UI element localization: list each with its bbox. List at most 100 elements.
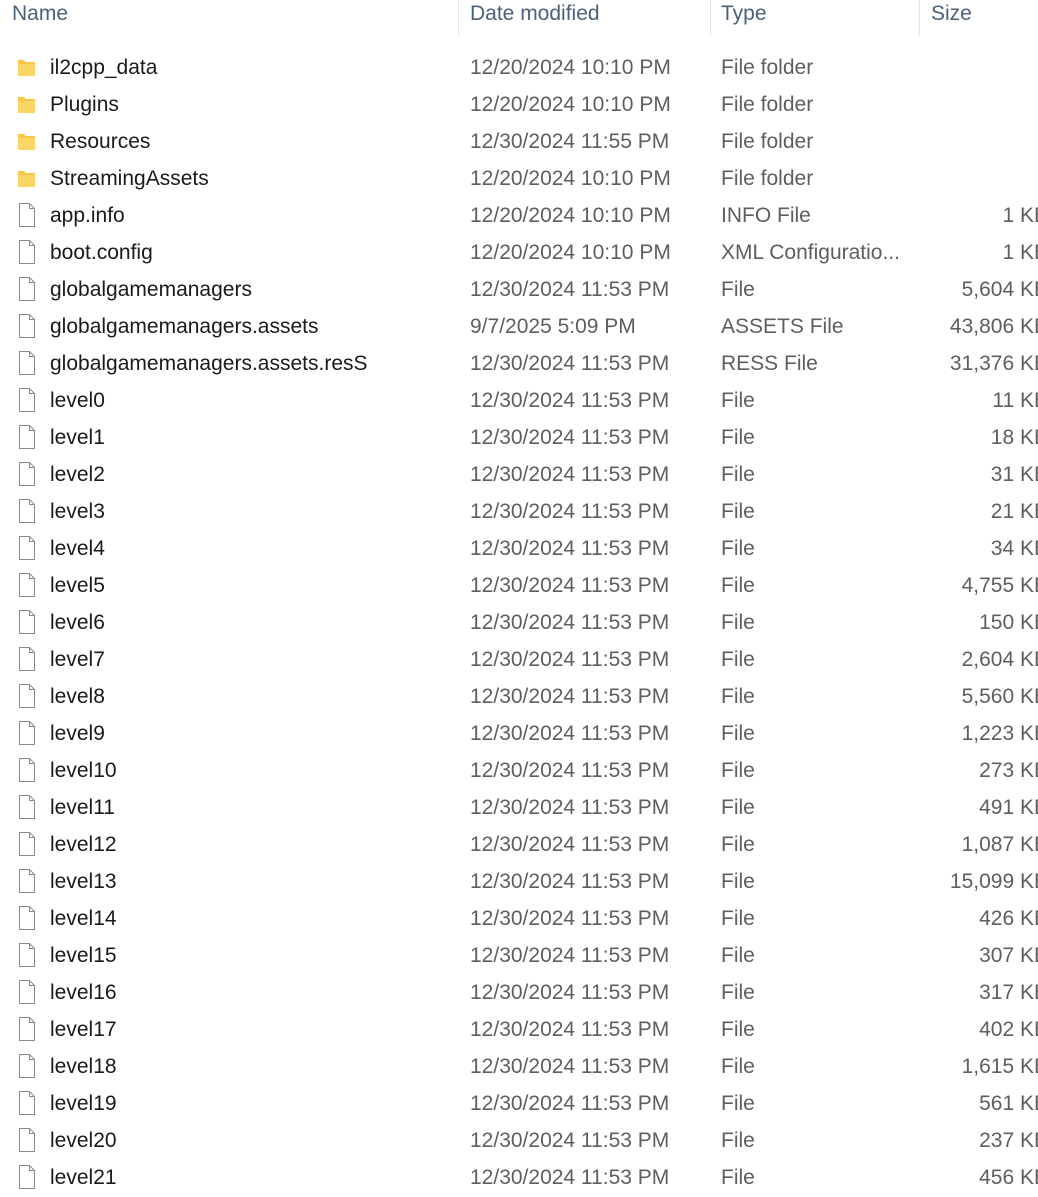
file-row[interactable]: globalgamemanagers.assets 9/7/2025 5:09 … bbox=[0, 308, 1038, 345]
file-size-value: 1,087 KB bbox=[961, 833, 1038, 856]
file-type: File bbox=[721, 870, 755, 893]
folder-icon bbox=[16, 128, 38, 154]
file-row[interactable]: level18 12/30/2024 11:53 PM File 1,615 K… bbox=[0, 1048, 1038, 1085]
file-name: globalgamemanagers.assets.resS bbox=[50, 352, 368, 375]
file-size-value: 273 KB bbox=[979, 759, 1038, 782]
file-row[interactable]: level9 12/30/2024 11:53 PM File 1,223 KB bbox=[0, 715, 1038, 752]
file-type: File bbox=[721, 944, 755, 967]
file-icon bbox=[16, 609, 38, 635]
file-date-modified: 12/30/2024 11:53 PM bbox=[470, 426, 670, 449]
column-divider[interactable] bbox=[458, 0, 459, 36]
file-icon bbox=[16, 1090, 38, 1116]
file-size-value: 317 KB bbox=[979, 981, 1038, 1004]
file-type: File bbox=[721, 685, 755, 708]
file-name: Resources bbox=[50, 130, 151, 153]
column-divider[interactable] bbox=[919, 0, 920, 36]
file-icon bbox=[16, 720, 38, 746]
file-row[interactable]: level13 12/30/2024 11:53 PM File 15,099 … bbox=[0, 863, 1038, 900]
file-size: 491 KB bbox=[925, 789, 1038, 826]
folder-icon bbox=[16, 91, 38, 117]
file-name: level12 bbox=[50, 833, 117, 856]
file-row[interactable]: app.info 12/20/2024 10:10 PM INFO File 1… bbox=[0, 197, 1038, 234]
file-row[interactable]: level14 12/30/2024 11:53 PM File 426 KB bbox=[0, 900, 1038, 937]
file-row[interactable]: globalgamemanagers.assets.resS 12/30/202… bbox=[0, 345, 1038, 382]
file-row[interactable]: level0 12/30/2024 11:53 PM File 11 KB bbox=[0, 382, 1038, 419]
file-row[interactable]: level10 12/30/2024 11:53 PM File 273 KB bbox=[0, 752, 1038, 789]
file-row[interactable]: level6 12/30/2024 11:53 PM File 150 KB bbox=[0, 604, 1038, 641]
file-type: File bbox=[721, 833, 755, 856]
file-name: level20 bbox=[50, 1129, 117, 1152]
file-row[interactable]: level20 12/30/2024 11:53 PM File 237 KB bbox=[0, 1122, 1038, 1159]
file-icon bbox=[16, 313, 38, 339]
file-name: level15 bbox=[50, 944, 117, 967]
file-size: 31 KB bbox=[925, 456, 1038, 493]
file-type: File bbox=[721, 389, 755, 412]
file-size: 43,806 KB bbox=[925, 308, 1038, 345]
file-row[interactable]: Plugins 12/20/2024 10:10 PM File folder bbox=[0, 86, 1038, 123]
file-name: level8 bbox=[50, 685, 105, 708]
file-name: level10 bbox=[50, 759, 117, 782]
file-date-modified: 12/30/2024 11:53 PM bbox=[470, 278, 670, 301]
file-row[interactable]: level3 12/30/2024 11:53 PM File 21 KB bbox=[0, 493, 1038, 530]
file-date-modified: 12/30/2024 11:53 PM bbox=[470, 1055, 670, 1078]
file-name: boot.config bbox=[50, 241, 153, 264]
file-size-value: 307 KB bbox=[979, 944, 1038, 967]
column-header-date-modified[interactable]: Date modified bbox=[470, 0, 600, 36]
file-icon bbox=[16, 1053, 38, 1079]
file-icon bbox=[16, 757, 38, 783]
file-name: level1 bbox=[50, 426, 105, 449]
file-name: level5 bbox=[50, 574, 105, 597]
file-size: 426 KB bbox=[925, 900, 1038, 937]
file-icon bbox=[16, 868, 38, 894]
file-icon bbox=[16, 831, 38, 857]
file-date-modified: 12/30/2024 11:53 PM bbox=[470, 611, 670, 634]
file-row[interactable]: globalgamemanagers 12/30/2024 11:53 PM F… bbox=[0, 271, 1038, 308]
file-size: 34 KB bbox=[925, 530, 1038, 567]
file-size-value: 2,604 KB bbox=[961, 648, 1038, 671]
file-date-modified: 12/20/2024 10:10 PM bbox=[470, 167, 671, 190]
file-row[interactable]: il2cpp_data 12/20/2024 10:10 PM File fol… bbox=[0, 49, 1038, 86]
file-list: il2cpp_data 12/20/2024 10:10 PM File fol… bbox=[0, 49, 1038, 1196]
file-size-value: 15,099 KB bbox=[949, 870, 1038, 893]
file-name: level18 bbox=[50, 1055, 117, 1078]
column-divider[interactable] bbox=[710, 0, 711, 36]
file-date-modified: 12/30/2024 11:53 PM bbox=[470, 685, 670, 708]
file-size: 150 KB bbox=[925, 604, 1038, 641]
file-size: 273 KB bbox=[925, 752, 1038, 789]
file-type: File bbox=[721, 722, 755, 745]
file-row[interactable]: level16 12/30/2024 11:53 PM File 317 KB bbox=[0, 974, 1038, 1011]
file-row[interactable]: level15 12/30/2024 11:53 PM File 307 KB bbox=[0, 937, 1038, 974]
file-date-modified: 12/20/2024 10:10 PM bbox=[470, 93, 671, 116]
file-name: level11 bbox=[50, 796, 115, 819]
column-header-type[interactable]: Type bbox=[721, 0, 767, 36]
file-row[interactable]: level2 12/30/2024 11:53 PM File 31 KB bbox=[0, 456, 1038, 493]
file-type: RESS File bbox=[721, 352, 818, 375]
file-row[interactable]: level19 12/30/2024 11:53 PM File 561 KB bbox=[0, 1085, 1038, 1122]
file-row[interactable]: level8 12/30/2024 11:53 PM File 5,560 KB bbox=[0, 678, 1038, 715]
file-size: 1 KB bbox=[925, 197, 1038, 234]
file-name: StreamingAssets bbox=[50, 167, 209, 190]
column-header-name[interactable]: Name bbox=[12, 0, 68, 36]
file-icon bbox=[16, 905, 38, 931]
file-date-modified: 12/30/2024 11:53 PM bbox=[470, 796, 670, 819]
file-row[interactable]: Resources 12/30/2024 11:55 PM File folde… bbox=[0, 123, 1038, 160]
file-row[interactable]: level1 12/30/2024 11:53 PM File 18 KB bbox=[0, 419, 1038, 456]
file-size: 307 KB bbox=[925, 937, 1038, 974]
file-size bbox=[925, 86, 1038, 123]
file-row[interactable]: level12 12/30/2024 11:53 PM File 1,087 K… bbox=[0, 826, 1038, 863]
file-size-value: 491 KB bbox=[979, 796, 1038, 819]
file-row[interactable]: boot.config 12/20/2024 10:10 PM XML Conf… bbox=[0, 234, 1038, 271]
file-row[interactable]: level7 12/30/2024 11:53 PM File 2,604 KB bbox=[0, 641, 1038, 678]
file-size-value: 1 KB bbox=[1002, 204, 1038, 227]
file-name: level4 bbox=[50, 537, 105, 560]
file-size: 18 KB bbox=[925, 419, 1038, 456]
file-row[interactable]: StreamingAssets 12/20/2024 10:10 PM File… bbox=[0, 160, 1038, 197]
file-row[interactable]: level17 12/30/2024 11:53 PM File 402 KB bbox=[0, 1011, 1038, 1048]
file-size-value: 11 KB bbox=[992, 389, 1038, 412]
file-icon bbox=[16, 1016, 38, 1042]
file-row[interactable]: level11 12/30/2024 11:53 PM File 491 KB bbox=[0, 789, 1038, 826]
file-size: 31,376 KB bbox=[925, 345, 1038, 382]
file-row[interactable]: level4 12/30/2024 11:53 PM File 34 KB bbox=[0, 530, 1038, 567]
file-row[interactable]: level5 12/30/2024 11:53 PM File 4,755 KB bbox=[0, 567, 1038, 604]
column-header-size[interactable]: Size bbox=[931, 0, 972, 36]
